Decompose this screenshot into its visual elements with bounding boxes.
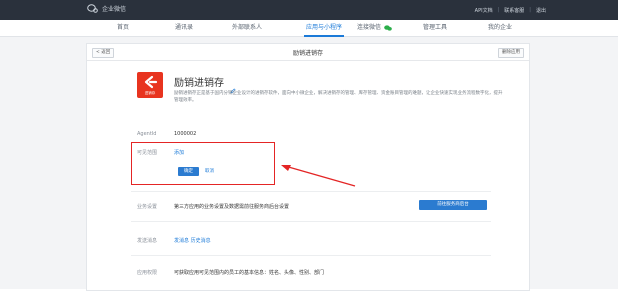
app-detail-panel: < 返回 励销进销存 删除应用 进销存 励销进销存 励销进销存正是基于国内分销企… <box>86 43 530 291</box>
send-message-link[interactable]: 发消息 <box>174 238 189 244</box>
separator: | <box>529 7 531 13</box>
message-history-link[interactable]: 历史消息 <box>191 238 211 244</box>
go-to-provider-button[interactable]: 前往服务商后台 <box>419 200 487 210</box>
separator: | <box>497 7 500 13</box>
nav-home[interactable]: 首页 <box>117 20 129 36</box>
nav-management-tools[interactable]: 管理工具 <box>423 20 447 36</box>
top-bar: 企业微信 API文档 | 联系客服 | 退出 <box>0 0 618 20</box>
divider <box>131 191 491 192</box>
brand[interactable]: 企业微信 <box>87 4 126 13</box>
api-docs-link[interactable]: API文档 <box>475 7 493 14</box>
page-title: 励销进销存 <box>292 50 323 57</box>
contact-support-link[interactable]: 联系客服 <box>504 7 524 14</box>
panel-header: < 返回 励销进销存 删除应用 <box>87 44 529 61</box>
app-logo-text: 进销存 <box>144 91 156 95</box>
divider <box>131 255 491 256</box>
nav-external-contacts[interactable]: 外部联系人 <box>232 20 262 36</box>
main-nav: 首页 通讯录 外部联系人 应用与小程序 连接微信 管理工具 我的企业 <box>0 20 618 37</box>
add-visible-scope-link[interactable]: 添加 <box>174 149 184 156</box>
logout-link[interactable]: 退出 <box>536 7 546 14</box>
top-links: API文档 | 联系客服 | 退出 <box>475 7 546 14</box>
nav-contacts[interactable]: 通讯录 <box>175 20 193 36</box>
send-message-label: 发送消息 <box>137 238 158 244</box>
app-permission-label: 应用权限 <box>137 270 158 276</box>
agentid-value: 1000002 <box>174 131 197 137</box>
delete-app-button[interactable]: 删除应用 <box>498 48 524 58</box>
business-settings-text: 第三方应用的业务设置及数据需前往服务商后台设置 <box>174 204 290 210</box>
business-settings-label: 业务设置 <box>137 204 158 210</box>
confirm-button[interactable]: 确定 <box>178 167 199 176</box>
nav-apps[interactable]: 应用与小程序 <box>303 20 345 37</box>
nav-wechat-connect-label: 连接微信 <box>357 24 382 31</box>
app-name: 励销进销存 <box>174 78 224 89</box>
wechat-icon <box>384 25 392 31</box>
visible-scope-label: 可见范围 <box>137 150 158 156</box>
app-logo: 进销存 <box>137 72 163 98</box>
app-permission-text: 可获取应用可见范围内的员工的基本信息：姓名、头像、性别、部门 <box>174 270 325 276</box>
message-links: 发消息 历史消息 <box>174 237 211 244</box>
app-logo-icon <box>144 75 158 89</box>
nav-my-company[interactable]: 我的企业 <box>488 20 512 36</box>
annotation-arrow <box>281 165 356 187</box>
nav-wechat-connect[interactable]: 连接微信 <box>357 20 392 36</box>
app-description: 励销进销存正是基于国内分销企业设计的进销存软件，面向中小微企业，解决进销存的管理… <box>174 91 503 103</box>
cancel-button[interactable]: 取消 <box>205 167 214 176</box>
brand-name: 企业微信 <box>102 6 127 13</box>
wecom-logo-icon <box>87 4 98 13</box>
agentid-label: AgentId <box>137 131 157 137</box>
divider <box>131 221 491 222</box>
